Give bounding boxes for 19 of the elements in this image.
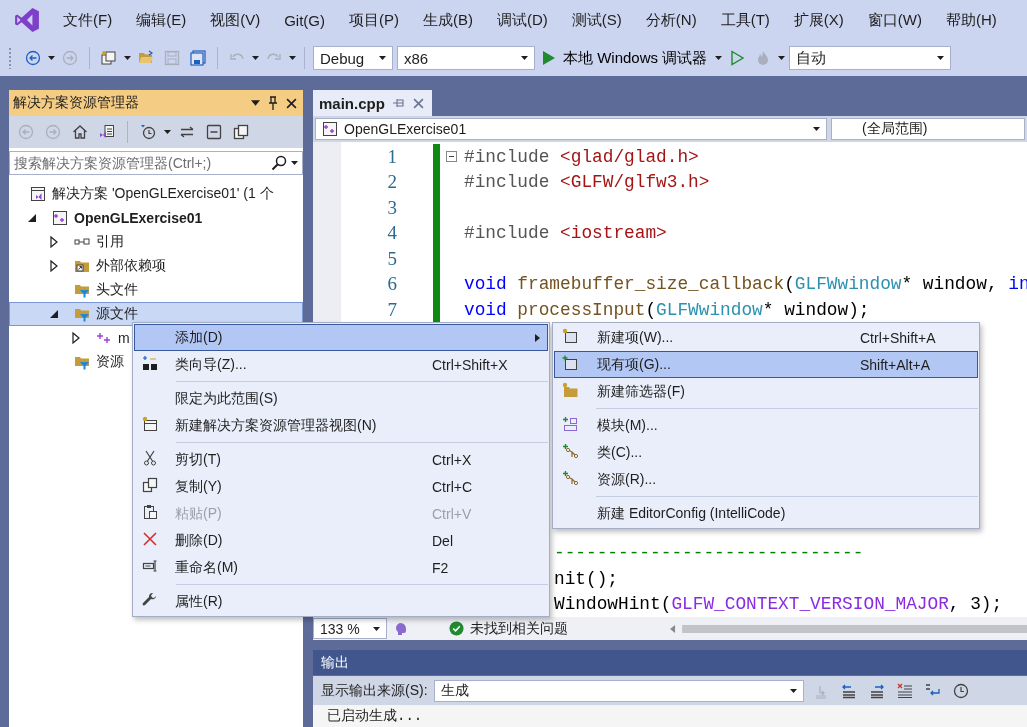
line-number: 4 — [386, 222, 397, 245]
panel-title: 解决方案资源管理器 — [13, 94, 140, 112]
code-line: #include <GLFW/glfw3.h> — [464, 172, 710, 193]
panel-title: 输出 — [321, 653, 349, 672]
line-number: 7 — [386, 298, 397, 321]
code-line: #include <iostream> — [464, 223, 667, 244]
line-number: 6 — [386, 273, 397, 296]
line-number: 5 — [386, 247, 397, 270]
output-text: 已启动生成... — [327, 707, 423, 725]
code-line: nit(); — [554, 568, 619, 589]
code-line: #include <glad/glad.h> — [464, 146, 699, 167]
status-message: 未找到相关问题 — [470, 619, 568, 638]
code-line: void processInput(GLFWwindow* window); — [464, 299, 870, 320]
line-number: 2 — [386, 171, 397, 194]
code-line: WindowHint(GLFW_CONTEXT_VERSION_MAJOR, 3); — [554, 594, 1003, 615]
line-number: 1 — [386, 145, 397, 168]
line-number: 3 — [386, 196, 397, 219]
source-label: 显示输出来源(S): — [321, 681, 428, 700]
code-line: ----------------------------- — [554, 543, 864, 564]
